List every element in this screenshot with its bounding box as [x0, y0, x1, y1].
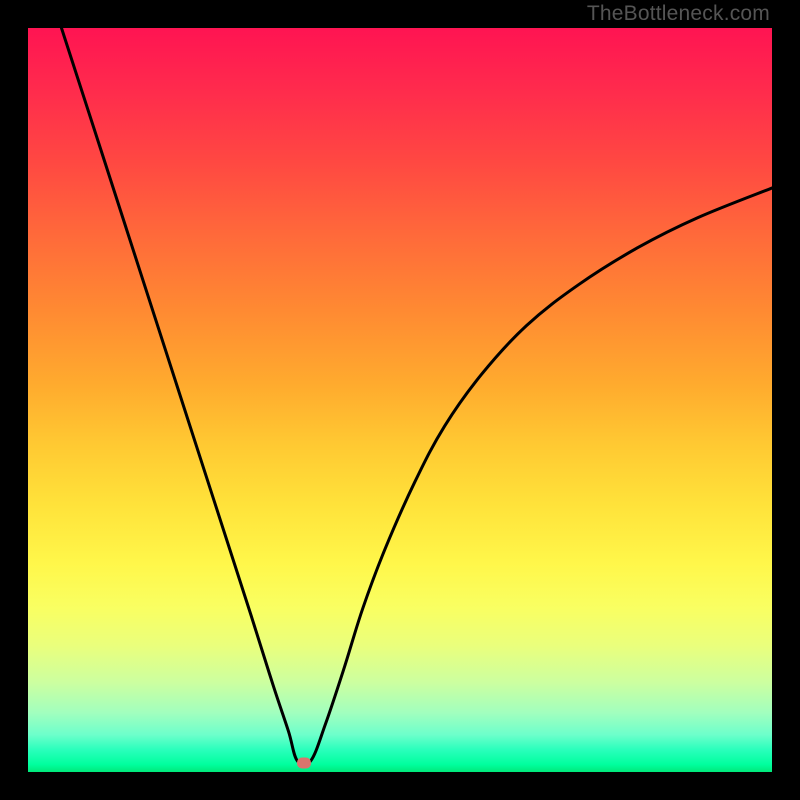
plot-area	[28, 28, 772, 772]
curve-svg	[28, 28, 772, 772]
optimum-marker	[297, 758, 311, 769]
bottleneck-curve	[61, 28, 772, 765]
watermark-text: TheBottleneck.com	[587, 2, 770, 26]
chart-frame: TheBottleneck.com	[0, 0, 800, 800]
